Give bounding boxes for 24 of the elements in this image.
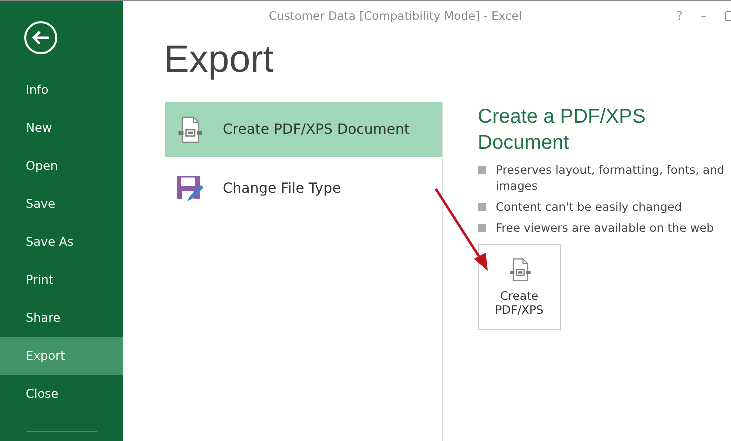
bullet-text: Preserves layout, formatting, fonts, and images: [496, 162, 726, 194]
export-option[interactable]: Change File Type: [165, 161, 442, 216]
page-title: Export: [164, 39, 275, 82]
sidebar-item[interactable]: New: [0, 109, 123, 147]
sidebar-item[interactable]: Share: [0, 299, 123, 337]
bullet-text: Free viewers are available on the web: [496, 220, 714, 236]
bullet-icon: [478, 224, 486, 232]
bullet-icon: [478, 166, 486, 174]
maximize-icon[interactable]: [725, 10, 731, 22]
back-icon[interactable]: [24, 21, 58, 55]
create-pdf-button[interactable]: Create PDF/XPS: [478, 244, 561, 330]
sidebar-item[interactable]: Export: [0, 337, 123, 375]
floppy-pencil-icon: [175, 174, 205, 204]
sidebar-item[interactable]: Save As: [0, 223, 123, 261]
sidebar-item[interactable]: Print: [0, 261, 123, 299]
sidebar-item[interactable]: Open: [0, 147, 123, 185]
bullet-icon: [478, 203, 486, 211]
section-heading: Create a PDF/XPS Document: [478, 105, 647, 156]
export-option[interactable]: Create PDF/XPS Document: [165, 102, 442, 157]
bullet-text: Content can't be easily changed: [496, 199, 682, 215]
window-title: Customer Data [Compatibility Mode] - Excel: [269, 9, 522, 23]
sidebar-item[interactable]: Save: [0, 185, 123, 223]
sidebar-item[interactable]: Info: [0, 71, 123, 109]
sidebar-item[interactable]: Close: [0, 375, 123, 413]
